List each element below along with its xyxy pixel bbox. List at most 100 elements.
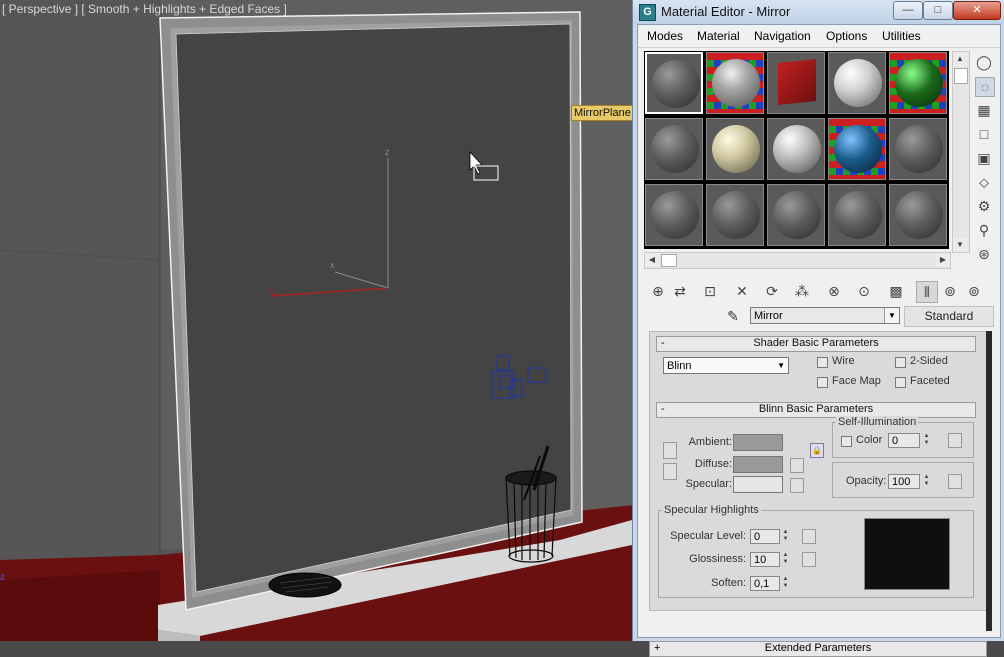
chevron-down-icon[interactable]: ▼ [884,308,899,323]
material-sample-slot[interactable] [767,52,825,114]
self-illum-value-field[interactable]: 0 [888,433,920,448]
close-button[interactable]: ✕ [953,1,1001,20]
scroll-right-icon[interactable]: ▶ [936,253,950,267]
specular-level-map-button[interactable] [802,529,816,544]
background-checker-icon[interactable]: ▦ [975,101,993,119]
material-sample-slot[interactable] [828,118,886,180]
sample-type-sphere-icon[interactable]: ◯ [975,53,993,71]
material-sample-slot[interactable] [767,118,825,180]
self-illum-map-button[interactable] [948,433,962,448]
material-sample-slot[interactable] [645,118,703,180]
diffuse-map-button[interactable] [790,458,804,473]
menu-utilities[interactable]: Utilities [882,29,921,43]
gizmo-z-label: z [385,147,390,157]
go-to-parent-icon[interactable]: ⊚ [940,281,960,301]
opacity-value-field[interactable]: 100 [888,474,920,489]
eyedropper-icon[interactable]: ✎ [724,307,742,325]
minimize-button[interactable]: — [893,1,923,20]
self-illum-color-checkbox[interactable] [841,436,852,447]
menu-navigation[interactable]: Navigation [754,29,811,43]
lock-diffuse-specular-icon[interactable] [663,463,677,480]
lock-icon[interactable]: 🔒 [810,443,824,458]
gizmo-x-label: x [330,260,335,270]
opacity-spinner[interactable]: ▲ ▼ [922,474,931,489]
lock-ambient-diffuse-icon[interactable] [663,442,677,459]
material-id-channel-icon[interactable]: ⊙ [854,281,874,301]
get-material-icon[interactable]: ⊕ [648,281,668,301]
faceted-label: Faceted [910,375,950,387]
assign-to-selection-icon[interactable]: ⊡ [700,281,720,301]
perspective-viewport[interactable]: [ Perspective ] [ Smooth + Highlights + … [0,0,634,641]
sample-sphere [773,191,821,239]
material-sample-slot[interactable] [706,52,764,114]
sample-sphere [895,59,943,107]
maximize-button[interactable]: □ [923,1,953,20]
extended-parameters-rollout-header[interactable]: + Extended Parameters [649,641,987,657]
menu-material[interactable]: Material [697,29,740,43]
soften-spinner[interactable]: ▲ ▼ [781,576,790,591]
material-sample-slot[interactable] [828,52,886,114]
two-sided-checkbox[interactable] [895,357,906,368]
show-end-result-icon[interactable]: ⫴ [916,281,938,303]
make-copy-icon[interactable]: ⟳ [762,281,782,301]
scroll-down-icon[interactable]: ▼ [953,238,967,252]
make-preview-icon[interactable]: ⬦ [975,173,993,191]
slots-horizontal-scrollbar[interactable]: ◀ ▶ [644,252,951,269]
specular-level-field[interactable]: 0 [750,529,780,544]
sample-sphere [834,191,882,239]
glossiness-field[interactable]: 10 [750,552,780,567]
app-icon: G [639,4,656,21]
material-sample-slot[interactable] [889,118,947,180]
scroll-up-icon[interactable]: ▲ [953,52,967,66]
backlight-icon[interactable]: ◌ [975,77,995,97]
faceted-checkbox[interactable] [895,377,906,388]
menu-modes[interactable]: Modes [647,29,683,43]
ambient-color-swatch[interactable] [733,434,783,451]
opacity-map-button[interactable] [948,474,962,489]
video-color-check-icon[interactable]: ▣ [975,149,993,167]
material-editor-window: G Material Editor - Mirror — □ ✕ Modes M… [632,0,1004,657]
soften-field[interactable]: 0,1 [750,576,780,591]
reset-map-icon[interactable]: ✕ [732,281,752,301]
shader-type-dropdown[interactable]: Blinn ▼ [663,357,789,374]
blinn-basic-rollout-header[interactable]: - Blinn Basic Parameters [656,402,976,418]
diffuse-color-swatch[interactable] [733,456,783,473]
show-map-in-viewport-icon[interactable]: ▩ [886,281,906,301]
go-forward-to-sibling-icon[interactable]: ⊚ [964,281,984,301]
slots-vertical-scrollbar[interactable]: ▲ ▼ [952,51,970,253]
specular-level-spinner[interactable]: ▲ ▼ [781,529,790,544]
make-unique-icon[interactable]: ⁂ [792,281,812,301]
material-name-field[interactable]: Mirror ▼ [750,307,900,324]
vertical-scroll-thumb[interactable] [954,68,968,84]
wire-checkbox[interactable] [817,357,828,368]
face-map-checkbox[interactable] [817,377,828,388]
scroll-left-icon[interactable]: ◀ [645,253,659,267]
material-sample-slot[interactable] [645,52,703,114]
specular-map-button[interactable] [790,478,804,493]
glossiness-spinner[interactable]: ▲ ▼ [781,552,790,567]
material-sample-slot[interactable] [767,184,825,246]
material-sample-slot[interactable] [889,52,947,114]
material-sample-slot[interactable] [645,184,703,246]
self-illum-spinner[interactable]: ▲ ▼ [922,433,931,448]
put-to-library-icon[interactable]: ⊗ [824,281,844,301]
options-icon[interactable]: ⚙ [975,197,993,215]
select-by-material-icon[interactable]: ⚲ [975,221,993,239]
material-sample-slot[interactable] [706,184,764,246]
material-sample-slot[interactable] [706,118,764,180]
specular-color-swatch[interactable] [733,476,783,493]
material-map-navigator-icon[interactable]: ⊛ [975,245,993,263]
material-sample-slot[interactable] [828,184,886,246]
material-type-button[interactable]: Standard [904,306,994,327]
rollout-scrollbar[interactable] [986,331,992,631]
title-bar[interactable]: G Material Editor - Mirror — □ ✕ [633,0,1004,24]
horizontal-scroll-thumb[interactable] [661,254,677,267]
rollout-title: Extended Parameters [764,642,872,654]
sample-uv-tiling-icon[interactable]: □ [975,125,993,143]
menu-options[interactable]: Options [826,29,867,43]
material-sample-slot[interactable] [889,184,947,246]
put-to-scene-icon[interactable]: ⇄ [670,281,690,301]
shader-basic-rollout-header[interactable]: - Shader Basic Parameters [656,336,976,352]
viewport-label[interactable]: [ Perspective ] [ Smooth + Highlights + … [2,2,287,16]
glossiness-map-button[interactable] [802,552,816,567]
